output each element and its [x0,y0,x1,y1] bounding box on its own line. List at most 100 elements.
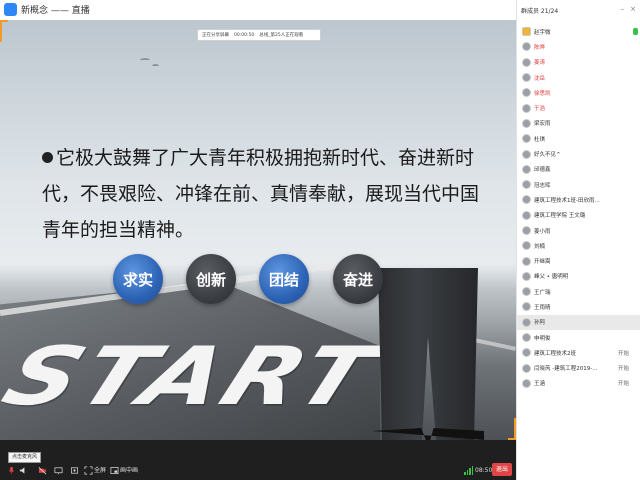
sharing-timer: 00:00:50 [234,32,255,38]
participant-row[interactable]: 沈岳 [517,70,640,85]
slide-paragraph: 它极大鼓舞了广大青年积极拥抱新时代、奋进新时代，不畏艰险、冲锋在前、真情奉献，展… [42,147,480,241]
participant-name: 姜小雨 [534,228,551,235]
avatar-icon [522,195,531,205]
participant-name: 峰父 • 唐明明 [534,274,569,281]
fullscreen-button[interactable]: 全屏 [94,466,106,475]
picture-in-picture-icon[interactable] [110,466,119,475]
share-frame-corner [0,20,8,42]
avatar-icon [522,210,531,220]
participant-name: 刘楠 [534,243,546,250]
participant-row[interactable]: 赵宇微 [517,24,640,39]
participant-row[interactable]: 申明俊 [517,330,640,345]
participant-name: 姜涛 [534,60,546,67]
start-road-word: START [0,330,392,424]
avatar-icon [522,164,531,174]
member-count-header: 群成员 21/24 [521,8,559,15]
viewer-count: 总线_第25人正在观看 [259,33,304,38]
avatar-icon [522,57,531,67]
avatar-icon [522,149,531,159]
close-icon[interactable]: × [630,5,636,13]
participant-row[interactable]: 王涵 开始 [517,376,640,391]
participant-row[interactable]: 姜涛 [517,55,640,70]
participant-row[interactable]: 冠志晖 [517,177,640,192]
minimize-icon[interactable]: – [621,5,625,13]
avatar-icon [522,302,531,312]
exit-button[interactable]: 退出 [492,463,512,476]
participant-row[interactable]: 好久不见^ [517,146,640,161]
avatar-icon [522,287,531,297]
circle-keyword-1: 求实 [113,254,163,304]
avatar-icon [522,42,531,52]
participant-name: 于浩 [534,106,546,113]
participant-name: 陈晔 [534,44,546,51]
participant-name: 杜琪 [534,136,546,143]
participant-row[interactable]: 于浩 [517,100,640,115]
microphone-icon[interactable] [7,466,16,475]
participant-row[interactable]: 邱德鑫 [517,162,640,177]
participant-name: 申明俊 [534,335,551,342]
share-frame-corner [508,418,516,440]
participant-name: 建筑工程技术1班-田欣雨... [534,197,600,204]
participant-name: 孙阿 [534,320,546,327]
participant-name: 闫晓芮 -建筑工程2019-... [534,366,598,373]
participant-status: 开始 [617,381,629,388]
participant-name: 梁宏雨 [534,121,551,128]
participant-panel: 群成员 21/24 – × 赵宇微陈晔姜涛沈岳徐思凯于浩梁宏雨杜琪好久不见^ 邱德… [516,0,640,480]
participant-list: 赵宇微陈晔姜涛沈岳徐思凯于浩梁宏雨杜琪好久不见^ 邱德鑫 冠志晖建筑工程技术1班-田… [517,24,640,391]
participant-row[interactable]: 孙阿 [517,314,640,330]
avatar-icon [522,378,531,388]
avatar-icon [522,363,531,373]
participant-name: 徐思凯 [534,90,551,97]
participant-status: 开始 [617,366,629,373]
participant-row[interactable]: 峰父 • 唐明明 [517,269,640,284]
person-silhouette [378,268,478,440]
circle-keyword-3: 团结 [259,254,309,304]
participant-name: 开继嵩 [534,259,551,266]
participant-row[interactable]: 闫晓芮 -建筑工程2019-... 开始 [517,361,640,376]
avatar-icon [522,73,531,83]
speaker-icon[interactable] [19,466,28,475]
participant-row[interactable]: 建筑工程技术1班-田欣雨... [517,192,640,207]
avatar-icon [522,118,531,128]
circle-keyword-4: 奋进 [333,254,383,304]
avatar-icon [522,88,531,98]
participant-row[interactable]: 王雨晴 [517,299,640,314]
participant-name: 好久不见^ [534,152,561,159]
participant-row[interactable]: 建筑工程技术2班 开始 [517,345,640,360]
avatar-icon [522,180,531,190]
camera-off-icon[interactable] [38,466,47,475]
participant-row[interactable]: 梁宏雨 [517,116,640,131]
participant-name: 赵宇微 [534,29,551,36]
participant-row[interactable]: 杜琪 [517,131,640,146]
participant-name: 王雨晴 [534,304,551,311]
participant-name: 王涵 [534,381,546,388]
participant-name: 王广瑞 [534,289,551,296]
record-icon[interactable] [70,466,79,475]
participant-row[interactable]: 徐思凯 [517,85,640,100]
participant-row[interactable]: 建筑工程学院 王文璐 [517,208,640,223]
participant-mic-icon [633,28,638,36]
participant-row[interactable]: 陈晔 [517,39,640,54]
sharing-info-bar: 正在分享屏幕 00:00:50 总线_第25人正在观看 [197,29,321,41]
participant-row[interactable]: 王广瑞 [517,284,640,299]
participant-row[interactable]: 开继嵩 [517,253,640,268]
avatar-icon [522,103,531,113]
shared-screen-slide: START 它极大鼓舞了广大青年积极拥抱新时代、奋进新时代，不畏艰险、冲锋在前、… [0,20,516,440]
microphone-tooltip: 点击麦克风 [8,452,42,463]
picture-in-picture-button[interactable]: 画中画 [120,466,138,475]
window-titlebar: 新概念 —— 直播 [0,0,516,20]
fullscreen-icon[interactable] [84,466,93,475]
bird-decoration-icon [152,64,159,68]
avatar-icon [522,256,531,266]
sharing-status: 正在分享屏幕 [202,33,229,38]
avatar-icon [522,241,531,251]
signal-strength-icon [464,466,473,475]
screen-share-icon[interactable] [54,466,63,475]
bullet-icon [42,152,53,163]
avatar-icon [522,134,531,144]
participant-name: 建筑工程学院 王文璐 [534,213,586,220]
participant-row[interactable]: 刘楠 [517,238,640,253]
avatar-icon [522,271,531,281]
participant-row[interactable]: 姜小雨 [517,223,640,238]
participant-name: 建筑工程技术2班 [534,350,576,357]
